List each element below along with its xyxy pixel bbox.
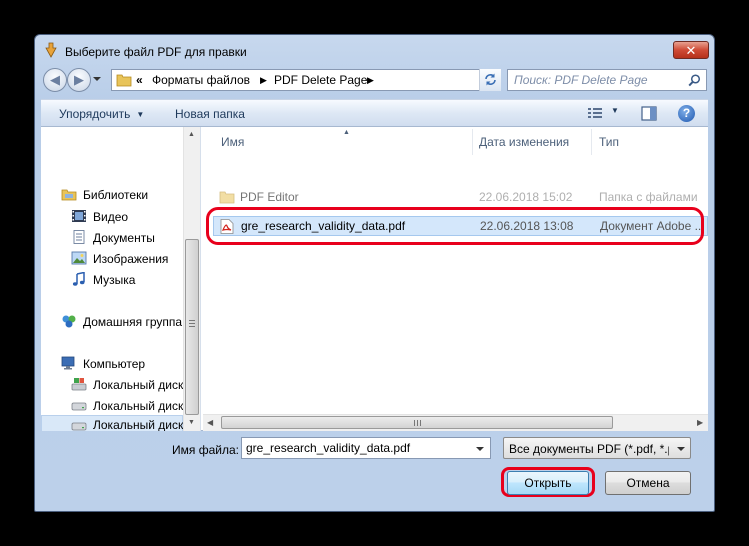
scroll-left-icon[interactable]: ◀: [207, 418, 213, 427]
file-row-folder[interactable]: PDF Editor 22.06.2018 15:02 Папка с файл…: [213, 187, 708, 207]
sidebar-item-libraries[interactable]: Библиотеки: [61, 185, 183, 205]
command-bar: Упорядочить ▼ Новая папка ▼ ?: [41, 99, 708, 127]
forward-button[interactable]: ▶: [67, 68, 91, 92]
file-date: 22.06.2018 15:02: [479, 190, 573, 204]
filename-label: Имя файла:: [172, 443, 239, 457]
breadcrumb-overflow[interactable]: «: [136, 73, 143, 87]
content-area: Библиотеки Видео Документы Изображения М…: [41, 127, 708, 431]
sidebar-item-homegroup[interactable]: Домашняя группа: [61, 312, 200, 332]
filename-field[interactable]: [241, 437, 491, 459]
sidebar-item-label: Видео: [93, 210, 129, 224]
organize-button[interactable]: Упорядочить ▼: [59, 107, 144, 121]
change-view-button[interactable]: ▼: [587, 105, 621, 121]
scroll-thumb[interactable]: [185, 239, 199, 415]
libraries-icon: [61, 189, 77, 201]
search-box[interactable]: Поиск: PDF Delete Page: [507, 69, 707, 91]
help-icon[interactable]: ?: [678, 105, 695, 122]
preview-pane-icon[interactable]: [641, 106, 657, 121]
file-type: Папка с файлами: [599, 190, 698, 204]
sidebar-item-label: Локальный диск: [93, 378, 184, 392]
sidebar-item-label: Документы: [93, 231, 155, 245]
sidebar-item-label: Локальный диск: [93, 399, 184, 413]
search-icon[interactable]: [688, 74, 701, 87]
organize-label: Упорядочить: [59, 107, 131, 121]
images-icon: [71, 251, 87, 265]
column-header-date[interactable]: Дата изменения: [479, 135, 569, 149]
back-arrow-icon: ◀: [50, 72, 60, 87]
sidebar-scrollbar[interactable]: ▲ ▼: [183, 127, 200, 431]
filetype-value: Все документы PDF (*.pdf, *.pdf: [509, 442, 669, 456]
folder-icon: [116, 74, 132, 87]
sidebar-item-label: Компьютер: [83, 357, 146, 371]
sidebar-item-local-disk-c[interactable]: Локальный диск: [71, 375, 183, 395]
dialog-footer: Имя файла: Все документы PDF (*.pdf, *.p…: [35, 431, 714, 511]
breadcrumb-separator-icon[interactable]: ▶: [260, 75, 267, 86]
details-view-icon: [588, 108, 602, 118]
column-header-name[interactable]: Имя: [221, 135, 244, 149]
title-bar: Выберите файл PDF для правки ✕: [35, 35, 714, 63]
filetype-dropdown[interactable]: [677, 447, 685, 451]
breadcrumb-separator-icon[interactable]: ▶: [367, 75, 374, 86]
homegroup-icon: [62, 315, 76, 328]
file-list-pane: ▲ Имя Дата изменения Тип PDF Editor 22.0…: [203, 127, 708, 431]
sidebar-item-video[interactable]: Видео: [71, 207, 183, 227]
system-drive-icon: [71, 378, 87, 391]
app-icon: [45, 42, 57, 58]
music-icon: [72, 272, 85, 286]
sidebar-item-music[interactable]: Музыка: [71, 270, 183, 290]
sidebar-item-documents[interactable]: Документы: [71, 228, 183, 248]
open-button[interactable]: Открыть: [507, 471, 589, 495]
column-header-type[interactable]: Тип: [599, 135, 619, 149]
column-separator[interactable]: [472, 129, 473, 155]
sidebar-item-label: Изображения: [93, 252, 169, 266]
cancel-button[interactable]: Отмена: [605, 471, 691, 495]
refresh-button[interactable]: [479, 69, 501, 91]
search-input[interactable]: Поиск: PDF Delete Page: [514, 73, 648, 87]
sidebar-item-local-disk-d[interactable]: Локальный диск: [71, 396, 183, 416]
column-separator[interactable]: [591, 129, 592, 155]
chevron-down-icon: ▼: [611, 106, 619, 115]
folder-icon: [219, 191, 235, 204]
sidebar-item-label: Домашняя группа: [83, 315, 183, 329]
open-file-dialog: Выберите файл PDF для правки ✕ ◀ ▶ « Фор…: [34, 34, 715, 512]
chevron-down-icon: ▼: [136, 110, 145, 119]
new-folder-button[interactable]: Новая папка: [175, 107, 245, 121]
chevron-down-icon: [476, 447, 484, 451]
drive-icon: [71, 402, 87, 411]
sidebar-item-images[interactable]: Изображения: [71, 249, 183, 269]
close-button[interactable]: ✕: [673, 41, 709, 59]
sidebar-item-label: Библиотеки: [83, 188, 149, 202]
sidebar-item-label: Музыка: [93, 273, 136, 287]
sidebar-item-computer[interactable]: Компьютер: [61, 354, 183, 374]
recent-locations-dropdown[interactable]: [93, 77, 101, 81]
sidebar-item-local-disk-e[interactable]: Локальный диск: [41, 415, 183, 431]
file-name: PDF Editor: [240, 190, 299, 204]
file-list-scrollbar[interactable]: ◀ ▶: [203, 414, 708, 431]
file-highlight-outline: [206, 207, 704, 245]
address-bar[interactable]: « Форматы файлов ▶ PDF Delete Page ▶: [111, 69, 501, 91]
video-icon: [72, 210, 86, 222]
refresh-icon: [485, 73, 496, 86]
filename-input[interactable]: [242, 438, 474, 458]
sidebar-item-label: Локальный диск: [93, 418, 184, 431]
forward-arrow-icon: ▶: [74, 72, 84, 87]
filetype-select[interactable]: Все документы PDF (*.pdf, *.pdf: [503, 437, 691, 459]
breadcrumb-pdf-delete-page[interactable]: PDF Delete Page: [274, 73, 367, 87]
scroll-thumb[interactable]: [221, 416, 613, 429]
chevron-down-icon: [93, 77, 101, 81]
back-button[interactable]: ◀: [43, 68, 67, 92]
drive-icon: [71, 422, 87, 431]
sort-ascending-icon: ▲: [343, 129, 350, 136]
scroll-up-icon[interactable]: ▲: [188, 131, 195, 138]
breadcrumb-formats[interactable]: Форматы файлов: [152, 73, 250, 87]
documents-icon: [73, 230, 85, 244]
computer-icon: [61, 356, 75, 370]
chevron-down-icon: [677, 447, 685, 451]
scroll-down-icon[interactable]: ▼: [188, 419, 195, 426]
window-title: Выберите файл PDF для правки: [65, 45, 247, 59]
navigation-pane: Библиотеки Видео Документы Изображения М…: [41, 127, 201, 431]
scroll-right-icon[interactable]: ▶: [697, 418, 703, 427]
filename-history-dropdown[interactable]: [476, 447, 484, 451]
